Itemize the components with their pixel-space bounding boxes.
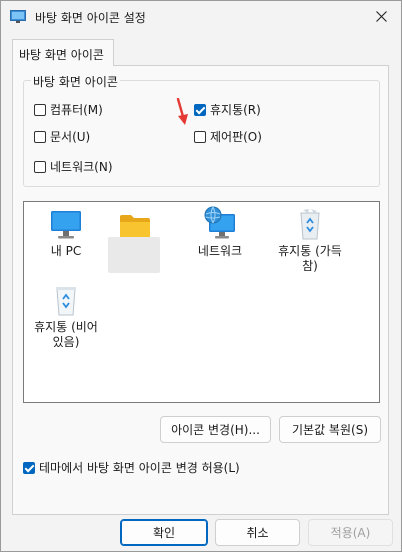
checkbox-box-checked[interactable] <box>23 461 35 474</box>
dialog-content: 바탕 화면 아이콘 바탕 화면 아이콘 컴퓨터(M) 휴지통(R) 문서(U) <box>1 33 401 515</box>
ok-button[interactable]: 확인 <box>120 519 208 546</box>
checkbox-label: 컴퓨터(M) <box>50 103 103 117</box>
checkbox-box[interactable] <box>34 160 46 173</box>
checkbox-label: 휴지통(R) <box>210 103 261 117</box>
blurred-label <box>108 237 160 273</box>
recycle-bin-full-icon <box>300 209 320 240</box>
icon-list[interactable]: 내 PC 네트워크 휴지통 (가득 참) 휴지통 (비어 있음) <box>23 201 380 403</box>
title-bar: 바탕 화면 아이콘 설정 <box>1 1 401 33</box>
restore-default-button[interactable]: 기본값 복원(S) <box>279 416 381 443</box>
window-title: 바탕 화면 아이콘 설정 <box>35 11 146 25</box>
icon-label: 네트워크 <box>197 244 243 258</box>
icon-label-line: 휴지통 (가득 <box>278 244 342 258</box>
dialog-window: 바탕 화면 아이콘 설정 바탕 화면 아이콘 바탕 화면 아이콘 컴퓨터(M) … <box>0 0 402 552</box>
icon-label-line: 있음) <box>52 335 80 349</box>
icon-item-network[interactable]: 네트워크 <box>184 204 256 259</box>
checkbox-recycle-bin[interactable]: 휴지통(R) <box>194 101 261 118</box>
checkbox-box-checked[interactable] <box>194 103 206 116</box>
checkbox-label: 문서(U) <box>50 130 91 144</box>
desktop-settings-icon <box>10 10 26 23</box>
icon-label: 내 PC <box>50 244 82 258</box>
checkbox-box[interactable] <box>194 130 206 143</box>
tab-desktop-icons[interactable]: 바탕 화면 아이콘 <box>12 39 114 66</box>
checkbox-box[interactable] <box>34 103 46 116</box>
desktop-icons-group: 바탕 화면 아이콘 컴퓨터(M) 휴지통(R) 문서(U) 제어판(O) 네트워… <box>23 73 380 187</box>
icon-item-recycle-bin-full[interactable]: 휴지통 (가득 참) <box>272 206 348 274</box>
icon-item-this-pc[interactable]: 내 PC <box>30 208 102 259</box>
icon-item-recycle-bin-empty[interactable]: 휴지통 (비어 있음) <box>30 282 102 350</box>
monitor-icon <box>51 211 81 239</box>
network-icon <box>204 206 235 239</box>
change-icon-button[interactable]: 아이콘 변경(H)... <box>160 416 271 443</box>
recycle-bin-empty-icon <box>56 287 76 316</box>
close-button[interactable] <box>367 4 395 28</box>
checkbox-label: 제어판(O) <box>210 130 262 144</box>
checkbox-label: 네트워크(N) <box>50 160 113 174</box>
red-arrow-annotation <box>176 98 188 125</box>
checkbox-control-panel[interactable]: 제어판(O) <box>194 128 262 145</box>
button-bar: 확인 취소 적용(A) <box>1 515 401 551</box>
icon-label: 휴지통 (가득 참) <box>272 244 348 274</box>
checkbox-documents[interactable]: 문서(U) <box>34 128 90 145</box>
icon-label: 휴지통 (비어 있음) <box>30 320 102 350</box>
icon-label-line: 휴지통 (비어 <box>34 320 98 334</box>
close-icon <box>375 10 387 22</box>
apply-button[interactable]: 적용(A) <box>308 519 393 546</box>
checkbox-allow-theme-change[interactable]: 테마에서 바탕 화면 아이콘 변경 허용(L) <box>23 459 240 476</box>
checkbox-computer[interactable]: 컴퓨터(M) <box>34 101 103 118</box>
checkbox-box[interactable] <box>34 130 46 143</box>
tab-panel: 바탕 화면 아이콘 컴퓨터(M) 휴지통(R) 문서(U) 제어판(O) 네트워… <box>12 65 389 515</box>
group-legend: 바탕 화면 아이콘 <box>31 73 120 90</box>
cancel-button[interactable]: 취소 <box>215 519 300 546</box>
checkbox-label: 테마에서 바탕 화면 아이콘 변경 허용(L) <box>39 461 240 475</box>
icon-label-line: 참) <box>302 259 318 273</box>
checkbox-network[interactable]: 네트워크(N) <box>34 158 113 175</box>
